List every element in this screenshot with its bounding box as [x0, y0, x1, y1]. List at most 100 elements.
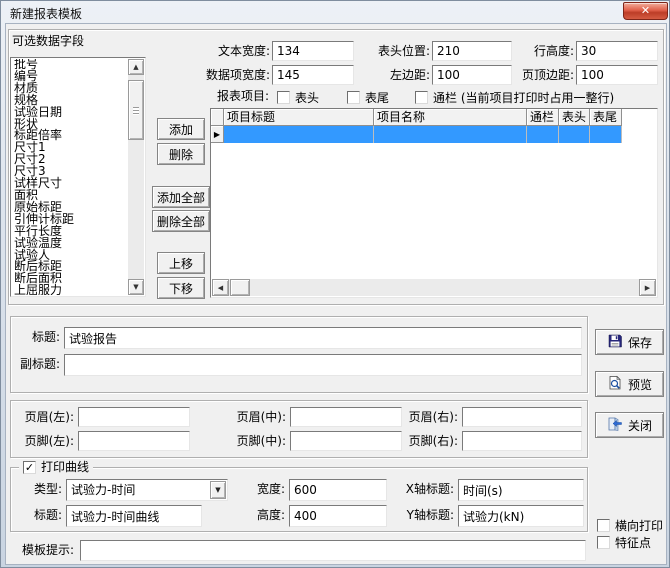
x-axis-title-label: X轴标题: — [384, 482, 454, 497]
grid-column-header: 项目标题 — [224, 109, 374, 126]
close-button[interactable]: 关闭 — [595, 412, 664, 438]
window-close-button[interactable]: ✕ — [623, 2, 668, 20]
curve-title-input[interactable] — [66, 505, 202, 527]
x-axis-title-input[interactable] — [458, 479, 584, 501]
move-up-button[interactable]: 上移 — [157, 252, 205, 274]
checkbox-box: ✓ — [23, 461, 36, 474]
template-hint-input[interactable] — [80, 540, 586, 561]
page-footer-left-input[interactable] — [78, 431, 190, 451]
grid-header-row: 项目标题 项目名称 通栏 表头 表尾 — [211, 109, 657, 126]
print-curve-label: 打印曲线 — [41, 460, 89, 474]
remove-all-button[interactable]: 删除全部 — [152, 210, 210, 232]
grid-cell[interactable] — [527, 126, 559, 143]
curve-height-input[interactable] — [289, 505, 387, 527]
checkbox-label: 通栏 (当前项目打印时占用一整行) — [433, 89, 614, 106]
row-indicator-icon: ▶ — [211, 126, 224, 143]
remove-button[interactable]: 删除 — [157, 143, 205, 165]
page-header-right-input[interactable] — [462, 407, 582, 427]
scrollbar-thumb[interactable] — [128, 80, 144, 140]
preview-label: 预览 — [628, 376, 652, 393]
y-axis-title-label: Y轴标题: — [384, 508, 454, 523]
checkbox-landscape-print[interactable]: 横向打印 — [597, 517, 663, 534]
grid-selected-row[interactable]: ▶ — [211, 126, 657, 143]
grid-cell[interactable] — [224, 126, 374, 143]
grid-cell[interactable] — [559, 126, 590, 143]
add-all-button[interactable]: 添加全部 — [152, 186, 210, 208]
page-footer-right-label: 页脚(右): — [396, 434, 458, 449]
grid-cell[interactable] — [374, 126, 527, 143]
curve-title-label: 标题: — [14, 508, 62, 523]
dropdown-arrow-icon[interactable]: ▼ — [210, 481, 226, 499]
title-bar: 新建报表模板 ✕ — [1, 1, 669, 23]
close-icon: ✕ — [641, 4, 650, 17]
checkbox-box — [597, 536, 610, 549]
top-margin-input[interactable] — [576, 65, 658, 85]
field-list: 批号 编号 材质 规格 试验日期 形状 标距倍率 尺寸1 尺寸2 尺寸3 试样尺… — [12, 59, 128, 295]
scroll-right-icon[interactable]: ▶ — [639, 279, 656, 296]
exit-door-icon — [607, 416, 623, 435]
checkbox-full-row[interactable]: 通栏 (当前项目打印时占用一整行) — [415, 89, 614, 106]
move-down-button[interactable]: 下移 — [157, 277, 205, 299]
checkbox-label: 横向打印 — [615, 517, 663, 534]
grid-column-header: 表尾 — [590, 109, 622, 126]
checkbox-box — [347, 91, 360, 104]
checkbox-feature-points[interactable]: 特征点 — [597, 534, 651, 551]
header-pos-input[interactable] — [432, 41, 512, 61]
data-item-width-label: 数据项宽度: — [178, 68, 270, 83]
checkbox-label: 表头 — [295, 89, 319, 106]
checkbox-label: 特征点 — [615, 534, 651, 551]
preview-button[interactable]: 预览 — [595, 371, 664, 397]
dialog-client-area: 可选数据字段 批号 编号 材质 规格 试验日期 形状 标距倍率 尺寸1 尺寸2 … — [5, 23, 667, 565]
scroll-left-icon[interactable]: ◀ — [212, 279, 229, 296]
add-button[interactable]: 添加 — [157, 118, 205, 140]
data-item-width-input[interactable] — [272, 65, 354, 85]
y-axis-title-input[interactable] — [458, 505, 584, 527]
checkbox-print-curve[interactable]: ✓ 打印曲线 — [19, 460, 93, 474]
save-button[interactable]: 保存 — [595, 329, 664, 355]
scroll-down-icon[interactable]: ▼ — [128, 279, 144, 295]
report-subtitle-input[interactable] — [64, 354, 582, 376]
report-title-label: 标题: — [8, 330, 60, 345]
checkbox-box — [277, 91, 290, 104]
curve-height-label: 高度: — [229, 508, 285, 523]
text-width-input[interactable] — [272, 41, 354, 61]
row-height-input[interactable] — [576, 41, 658, 61]
report-title-input[interactable] — [64, 327, 582, 349]
checkbox-table-header[interactable]: 表头 — [277, 89, 319, 106]
checkbox-table-footer[interactable]: 表尾 — [347, 89, 389, 106]
grid-indicator-header — [211, 109, 224, 126]
curve-type-label: 类型: — [14, 482, 62, 497]
curve-width-input[interactable] — [289, 479, 387, 501]
available-fields-listbox[interactable]: 批号 编号 材质 规格 试验日期 形状 标距倍率 尺寸1 尺寸2 尺寸3 试样尺… — [10, 57, 146, 297]
listbox-scrollbar[interactable]: ▲ ▼ — [128, 59, 144, 295]
grid-column-header: 项目名称 — [374, 109, 527, 126]
grid-column-header: 表头 — [559, 109, 590, 126]
page-footer-left-label: 页脚(左): — [12, 434, 74, 449]
row-height-label: 行高度: — [506, 44, 574, 59]
curve-type-value: 试验力-时间 — [71, 482, 135, 498]
page-footer-center-input[interactable] — [290, 431, 402, 451]
page-header-right-label: 页眉(右): — [396, 410, 458, 425]
curve-type-select[interactable]: 试验力-时间 ▼ — [66, 479, 228, 501]
grid-cell[interactable] — [590, 126, 622, 143]
page-footer-right-input[interactable] — [462, 431, 582, 451]
page-header-left-input[interactable] — [78, 407, 190, 427]
page-footer-center-label: 页脚(中): — [224, 434, 286, 449]
page-header-left-label: 页眉(左): — [12, 410, 74, 425]
close-label: 关闭 — [628, 417, 652, 434]
report-items-label: 报表项目: — [205, 89, 269, 104]
list-item[interactable]: 上屈服力 — [12, 285, 128, 295]
left-margin-label: 左边距: — [358, 68, 430, 83]
checkbox-label: 表尾 — [365, 89, 389, 106]
window-title: 新建报表模板 — [10, 5, 82, 22]
checkbox-box — [597, 519, 610, 532]
report-subtitle-label: 副标题: — [8, 357, 60, 372]
report-items-grid: 项目标题 项目名称 通栏 表头 表尾 ▶ ◀ ▶ — [210, 108, 658, 298]
checkbox-box — [415, 91, 428, 104]
dialog-window: 新建报表模板 ✕ 可选数据字段 批号 编号 材质 规格 试验日期 形状 标距倍率… — [0, 0, 670, 568]
scrollbar-thumb[interactable] — [230, 279, 250, 296]
grid-horizontal-scrollbar[interactable]: ◀ ▶ — [212, 279, 656, 296]
save-icon — [607, 333, 623, 352]
scroll-up-icon[interactable]: ▲ — [128, 59, 144, 75]
page-header-center-input[interactable] — [290, 407, 402, 427]
